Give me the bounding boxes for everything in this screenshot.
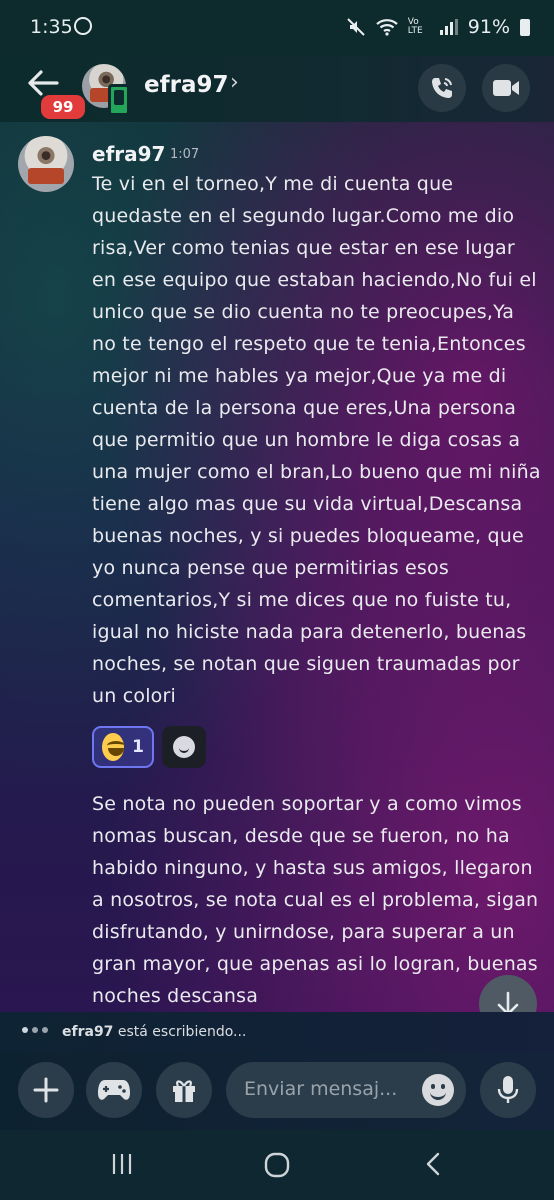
gamepad-icon xyxy=(98,1080,130,1100)
reaction-bar: 1 xyxy=(92,726,206,768)
mobile-online-icon xyxy=(108,84,130,116)
plus-icon xyxy=(33,1077,59,1103)
arrow-down-icon xyxy=(497,991,519,1012)
message-composer: Enviar mensaj... xyxy=(0,1052,554,1130)
message-text[interactable]: Te vi en el torneo,Y me di cuenta que qu… xyxy=(92,168,542,712)
status-bar: 1:35 Vo LTE 91% xyxy=(0,0,554,56)
emoji-picker-icon[interactable] xyxy=(422,1074,454,1106)
unread-badge: 99 xyxy=(38,92,88,122)
typing-indicator: efra97 está escribiendo... xyxy=(0,1012,554,1052)
recent-apps-icon[interactable] xyxy=(110,1152,134,1176)
battery-percent: 91% xyxy=(467,16,510,38)
video-call-button[interactable] xyxy=(482,64,530,112)
activities-button[interactable] xyxy=(86,1062,142,1118)
message-input[interactable]: Enviar mensaj... xyxy=(226,1062,466,1118)
gift-icon xyxy=(173,1080,195,1102)
message-input-placeholder: Enviar mensaj... xyxy=(244,1078,398,1100)
status-time: 1:35 xyxy=(30,16,73,38)
typing-dots-icon xyxy=(22,1027,48,1033)
back-nav-icon[interactable] xyxy=(424,1152,442,1176)
voice-message-button[interactable] xyxy=(480,1062,536,1118)
system-navigation-bar xyxy=(0,1130,554,1200)
message-author[interactable]: efra97 xyxy=(92,142,165,166)
attach-button[interactable] xyxy=(18,1062,74,1118)
reaction-count: 1 xyxy=(132,737,144,757)
reaction-laughing[interactable]: 1 xyxy=(92,726,154,768)
header-username[interactable]: efra97 xyxy=(144,72,228,98)
volte-label: Vo LTE xyxy=(407,17,423,36)
message-avatar[interactable] xyxy=(18,136,74,192)
dm-header: 99 efra97 › xyxy=(0,56,554,122)
mute-icon xyxy=(347,18,365,36)
voice-call-button[interactable] xyxy=(418,64,466,112)
laughing-emoji-icon xyxy=(102,733,126,761)
battery-icon xyxy=(520,18,530,36)
chevron-right-icon[interactable]: › xyxy=(230,70,239,95)
message-timestamp: 1:07 xyxy=(170,147,200,162)
typing-user: efra97 xyxy=(62,1024,114,1040)
whatsapp-icon xyxy=(74,17,92,35)
add-reaction-icon xyxy=(173,736,195,758)
video-camera-icon xyxy=(493,80,519,96)
signal-icon xyxy=(439,19,458,35)
typing-text: está escribiendo... xyxy=(117,1024,247,1040)
message-list[interactable]: efra97 1:07 Te vi en el torneo,Y me di c… xyxy=(0,122,554,1012)
status-icons: Vo LTE 91% xyxy=(346,16,530,38)
microphone-icon xyxy=(497,1076,519,1103)
gift-button[interactable] xyxy=(156,1062,212,1118)
phone-icon xyxy=(432,78,452,98)
add-reaction-button[interactable] xyxy=(162,726,206,768)
message-text-followup[interactable]: Se nota no pueden soportar y a como vimo… xyxy=(92,788,542,1012)
wifi-icon xyxy=(376,19,398,36)
home-icon[interactable] xyxy=(264,1152,290,1178)
